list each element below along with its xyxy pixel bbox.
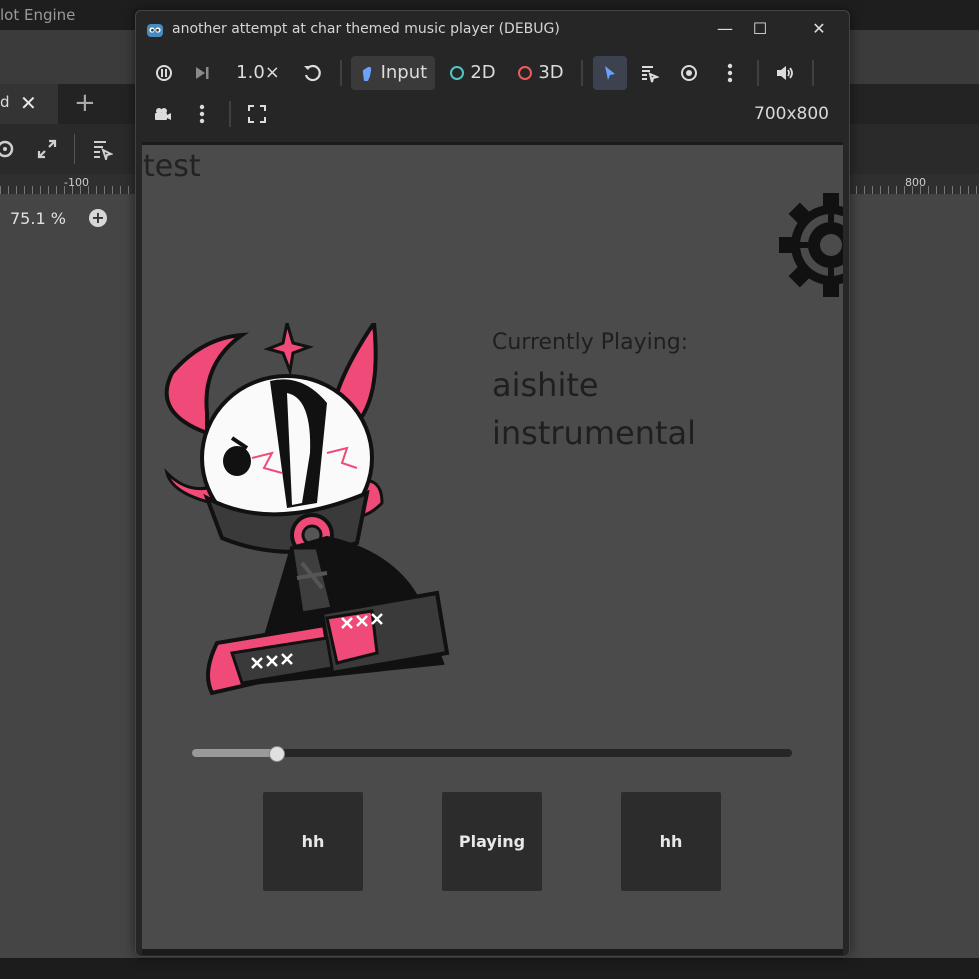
- resolution-label: 700x800: [754, 104, 829, 124]
- toolbar-separator: [581, 60, 583, 86]
- pause-icon[interactable]: [148, 56, 180, 90]
- progress-grabber[interactable]: [269, 746, 285, 762]
- input-label: Input: [380, 62, 428, 83]
- window-title: another attempt at char themed music pla…: [172, 21, 560, 37]
- list-select-icon[interactable]: [633, 56, 665, 90]
- more-options-icon[interactable]: [714, 56, 746, 90]
- godot-logo-icon: [146, 21, 164, 39]
- select-mode-icon[interactable]: [593, 56, 627, 90]
- embed-fullscreen-icon[interactable]: [241, 97, 273, 131]
- ruler-label: 800: [905, 176, 926, 189]
- mode-3d-icon: [518, 66, 533, 80]
- progress-fill: [192, 749, 276, 757]
- ruler-label: -100: [64, 176, 89, 189]
- progress-slider[interactable]: [192, 746, 792, 762]
- rotate-tool-icon[interactable]: [0, 138, 16, 164]
- mode-2d-icon: [450, 66, 465, 80]
- game-toolbar: 1.0× Input 2D 3D: [136, 49, 849, 141]
- debug-window: another attempt at char themed music pla…: [135, 10, 850, 957]
- minimize-button[interactable]: —: [710, 17, 740, 41]
- previous-button[interactable]: hh: [263, 792, 363, 891]
- toolbar-separator: [757, 60, 759, 86]
- zoom-level[interactable]: 75.1 %: [10, 209, 66, 228]
- editor-bottombar: [0, 958, 979, 979]
- scale-tool-icon[interactable]: [36, 138, 58, 164]
- zoom-in-icon[interactable]: +: [89, 209, 107, 227]
- test-label: test: [143, 149, 201, 184]
- mode-3d-label: 3D: [538, 62, 564, 83]
- input-hand-icon: [359, 62, 381, 83]
- song-title: aishite instrumental: [492, 366, 697, 452]
- editor-tab-label: d: [0, 93, 10, 111]
- settings-gear-icon[interactable]: [779, 193, 843, 301]
- maximize-button[interactable]: ☐: [745, 17, 775, 41]
- speaker-icon[interactable]: [769, 56, 801, 90]
- play-button[interactable]: Playing: [442, 792, 542, 891]
- speed-selector[interactable]: 1.0×: [230, 56, 286, 90]
- toolbar-separator: [812, 60, 814, 86]
- eye-icon[interactable]: [673, 56, 705, 90]
- add-tab-icon[interactable]: +: [74, 88, 96, 118]
- game-viewport[interactable]: test Currently Playing: aishite instrume…: [142, 142, 843, 955]
- next-frame-icon[interactable]: [186, 56, 218, 90]
- mode-2d-button[interactable]: 2D: [444, 56, 502, 90]
- camera-icon[interactable]: [146, 97, 178, 131]
- close-tab-icon[interactable]: ✕: [20, 91, 37, 115]
- list-select-icon[interactable]: [91, 138, 114, 164]
- input-button[interactable]: Input: [351, 56, 435, 90]
- window-titlebar[interactable]: another attempt at char themed music pla…: [136, 11, 849, 49]
- toolbar-separator: [229, 101, 231, 127]
- camera-options-icon[interactable]: [186, 97, 218, 131]
- reset-speed-icon[interactable]: [296, 56, 328, 90]
- character-illustration: [152, 317, 462, 727]
- editor-title: lot Engine: [0, 6, 76, 24]
- toolbar-separator: [340, 60, 342, 86]
- close-window-button[interactable]: ✕: [804, 17, 834, 41]
- editor-toolbar-separator: [74, 134, 75, 164]
- currently-playing-label: Currently Playing:: [492, 330, 689, 355]
- mode-3d-button[interactable]: 3D: [512, 56, 570, 90]
- mode-2d-label: 2D: [470, 62, 496, 83]
- next-button[interactable]: hh: [621, 792, 721, 891]
